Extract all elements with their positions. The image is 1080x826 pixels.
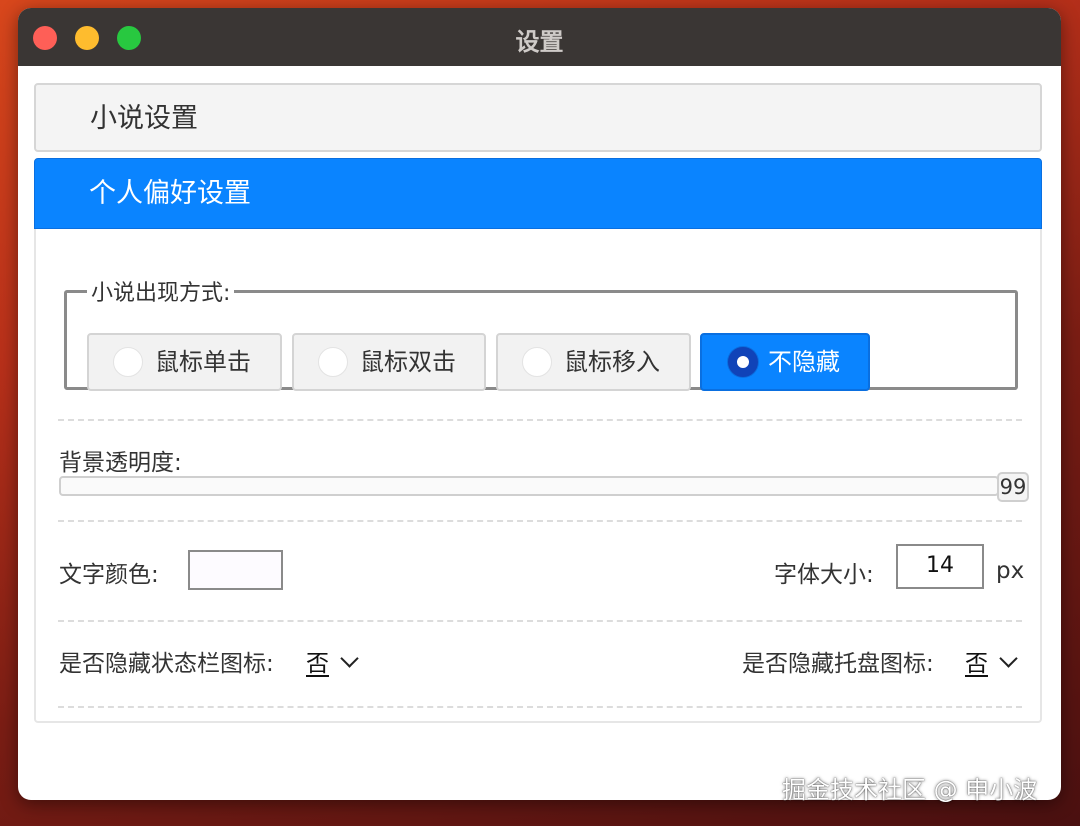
radio-checked-icon [728,347,758,377]
radio-label: 鼠标单击 [155,348,251,376]
hide-status-icon-label: 是否隐藏状态栏图标: [59,651,274,677]
radio-circle-icon [113,347,143,377]
text-color-picker[interactable] [188,550,283,590]
chevron-down-icon [340,649,359,668]
radio-circle-icon [318,347,348,377]
accordion-novel-settings[interactable]: 小说设置 [34,83,1042,152]
opacity-value[interactable]: 99 [997,472,1029,502]
titlebar: 设置 [18,8,1061,66]
font-size-unit: px [996,558,1025,584]
radio-no-hide[interactable]: 不隐藏 [700,333,870,391]
accordion-preference-settings[interactable]: 个人偏好设置 [34,158,1042,229]
hide-tray-icon-label: 是否隐藏托盘图标: [742,651,934,677]
font-size-input[interactable]: 14 [896,544,984,589]
divider [58,419,1022,421]
window-title: 设置 [515,28,564,56]
hide-tray-icon-select[interactable]: 否 [965,644,1018,678]
radio-mouse-click[interactable]: 鼠标单击 [87,333,282,391]
hide-tray-icon-value: 否 [965,651,988,677]
text-color-label: 文字颜色: [59,562,159,588]
appear-mode-group: 小说出现方式: 鼠标单击 鼠标双击 鼠标移入 不隐藏 [64,275,1018,391]
radio-label: 鼠标双击 [360,348,456,376]
divider [58,620,1022,622]
divider [58,706,1022,708]
watermark: 掘金技术社区 @ 申小波 [782,776,1038,804]
opacity-label: 背景透明度: [59,450,182,476]
appear-mode-legend: 小说出现方式: [91,281,231,306]
hide-status-icon-select[interactable]: 否 [306,644,359,678]
chevron-down-icon [999,649,1018,668]
font-size-label: 字体大小: [774,562,874,588]
opacity-slider[interactable] [59,476,999,496]
radio-mouse-double-click[interactable]: 鼠标双击 [292,333,486,391]
preference-panel: 小说出现方式: 鼠标单击 鼠标双击 鼠标移入 不隐藏 背景透明度: 99 文字颜… [34,229,1042,723]
settings-window: 设置 小说设置 个人偏好设置 小说出现方式: 鼠标单击 鼠标双击 鼠标移入 不隐… [18,8,1061,800]
divider [58,520,1022,522]
radio-label: 鼠标移入 [564,348,660,376]
radio-circle-icon [522,347,552,377]
radio-mouse-enter[interactable]: 鼠标移入 [496,333,691,391]
radio-label: 不隐藏 [768,348,840,376]
hide-status-icon-value: 否 [306,651,329,677]
